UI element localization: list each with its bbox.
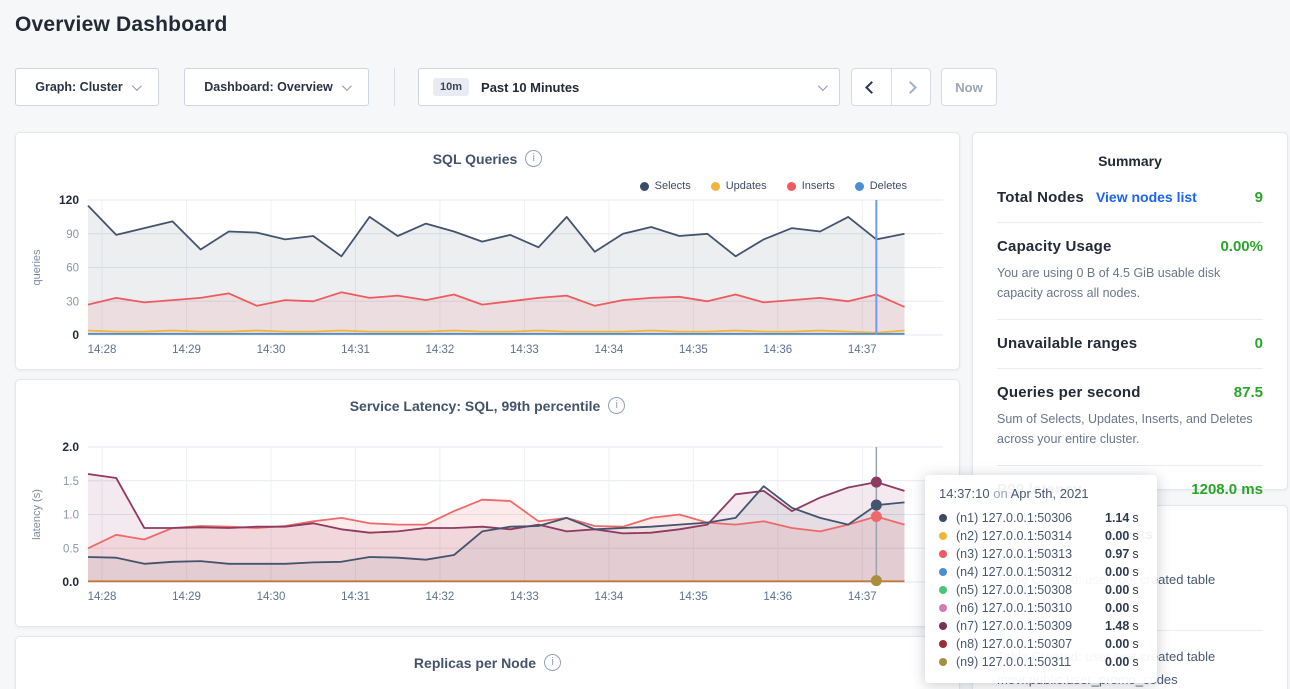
tooltip-row: (n4) 127.0.0.1:503120.00s bbox=[939, 563, 1143, 581]
replicas-per-node-card: Replicas per Node i bbox=[15, 636, 960, 689]
svg-text:14:31: 14:31 bbox=[341, 344, 370, 356]
svg-text:14:32: 14:32 bbox=[426, 591, 455, 603]
info-icon[interactable]: i bbox=[525, 150, 542, 167]
tooltip-row: (n8) 127.0.0.1:503070.00s bbox=[939, 635, 1143, 653]
tooltip-row: (n2) 127.0.0.1:503140.00s bbox=[939, 527, 1143, 545]
qps-desc: Sum of Selects, Updates, Inserts, and De… bbox=[997, 409, 1263, 449]
series-color-dot bbox=[939, 550, 947, 558]
dashboard-dropdown[interactable]: Dashboard: Overview bbox=[184, 68, 369, 106]
svg-text:14:35: 14:35 bbox=[679, 591, 708, 603]
now-button[interactable]: Now bbox=[941, 68, 997, 106]
svg-text:14:30: 14:30 bbox=[257, 344, 286, 356]
chart-tooltip: 14:37:10 on Apr 5th, 2021 (n1) 127.0.0.1… bbox=[925, 475, 1157, 683]
time-range-label: Past 10 Minutes bbox=[481, 80, 579, 95]
time-range-badge: 10m bbox=[433, 78, 469, 96]
svg-text:14:28: 14:28 bbox=[88, 344, 117, 356]
capacity-usage-desc: You are using 0 B of 4.5 GiB usable disk… bbox=[997, 263, 1263, 303]
svg-text:2.0: 2.0 bbox=[62, 440, 79, 454]
summary-panel: Summary Total Nodes View nodes list 9 Ca… bbox=[972, 132, 1288, 490]
summary-row-capacity: Capacity Usage 0.00% You are using 0 B o… bbox=[997, 223, 1263, 320]
sql-queries-card: SQL Queries i SelectsUpdatesInsertsDelet… bbox=[15, 132, 960, 370]
svg-text:0: 0 bbox=[72, 328, 79, 342]
tooltip-row: (n5) 127.0.0.1:503080.00s bbox=[939, 581, 1143, 599]
series-color-dot bbox=[939, 622, 947, 630]
chevron-down-icon bbox=[342, 81, 352, 91]
overview-dashboard-page: Overview Dashboard Graph: Cluster Dashbo… bbox=[0, 0, 1290, 689]
summary-row-qps: Queries per second 87.5 Sum of Selects, … bbox=[997, 369, 1263, 466]
svg-text:30: 30 bbox=[66, 296, 79, 308]
tooltip-timestamp: 14:37:10 on Apr 5th, 2021 bbox=[939, 486, 1143, 501]
p99-latency-value: 1208.0 ms bbox=[1191, 481, 1263, 498]
tooltip-row: (n9) 127.0.0.1:503110.00s bbox=[939, 653, 1143, 671]
svg-text:60: 60 bbox=[66, 263, 79, 275]
svg-text:0.5: 0.5 bbox=[63, 543, 79, 555]
tooltip-row: (n3) 127.0.0.1:503130.97s bbox=[939, 545, 1143, 563]
summary-row-unavailable-ranges: Unavailable ranges 0 bbox=[997, 320, 1263, 369]
svg-text:queries: queries bbox=[31, 249, 43, 286]
series-color-dot bbox=[939, 658, 947, 666]
chevron-left-icon bbox=[865, 81, 878, 94]
svg-text:1.0: 1.0 bbox=[63, 510, 79, 522]
prev-time-button[interactable] bbox=[852, 69, 891, 105]
svg-text:14:29: 14:29 bbox=[172, 344, 201, 356]
svg-text:latency (s): latency (s) bbox=[31, 489, 43, 540]
unavailable-ranges-value: 0 bbox=[1255, 335, 1263, 352]
svg-text:14:34: 14:34 bbox=[594, 344, 623, 356]
info-icon[interactable]: i bbox=[608, 397, 625, 414]
tooltip-row: (n7) 127.0.0.1:503091.48s bbox=[939, 617, 1143, 635]
graph-dropdown-label: Graph: Cluster bbox=[35, 80, 123, 94]
svg-text:14:28: 14:28 bbox=[88, 591, 117, 603]
service-latency-chart-title: Service Latency: SQL, 99th percentile bbox=[350, 398, 601, 414]
graph-dropdown[interactable]: Graph: Cluster bbox=[15, 68, 159, 106]
series-color-dot bbox=[939, 604, 947, 612]
svg-text:1.5: 1.5 bbox=[63, 476, 79, 488]
capacity-usage-label: Capacity Usage bbox=[997, 238, 1112, 255]
svg-text:14:37: 14:37 bbox=[848, 344, 877, 356]
summary-heading: Summary bbox=[973, 133, 1287, 169]
svg-text:14:37: 14:37 bbox=[848, 591, 877, 603]
service-latency-card: Service Latency: SQL, 99th percentile i … bbox=[15, 379, 960, 627]
series-color-dot bbox=[939, 640, 947, 648]
series-color-dot bbox=[939, 568, 947, 576]
svg-text:14:35: 14:35 bbox=[679, 344, 708, 356]
svg-text:14:30: 14:30 bbox=[257, 591, 286, 603]
tooltip-row: (n6) 127.0.0.1:503100.00s bbox=[939, 599, 1143, 617]
unavailable-ranges-label: Unavailable ranges bbox=[997, 335, 1137, 352]
series-color-dot bbox=[939, 586, 947, 594]
dashboard-dropdown-label: Dashboard: Overview bbox=[204, 80, 333, 94]
series-color-dot bbox=[939, 514, 947, 522]
svg-text:14:31: 14:31 bbox=[341, 591, 370, 603]
time-nav-arrows bbox=[851, 68, 931, 106]
capacity-usage-value: 0.00% bbox=[1220, 238, 1263, 255]
chevron-down-icon bbox=[818, 81, 828, 91]
svg-text:14:33: 14:33 bbox=[510, 591, 539, 603]
svg-text:14:32: 14:32 bbox=[426, 344, 455, 356]
toolbar-divider bbox=[394, 68, 395, 106]
svg-text:14:34: 14:34 bbox=[594, 591, 623, 603]
series-color-dot bbox=[939, 532, 947, 540]
svg-text:90: 90 bbox=[66, 229, 79, 241]
total-nodes-label: Total Nodes bbox=[997, 189, 1084, 206]
view-nodes-list-link[interactable]: View nodes list bbox=[1096, 189, 1197, 205]
qps-value: 87.5 bbox=[1234, 384, 1263, 401]
svg-text:0.0: 0.0 bbox=[62, 575, 79, 589]
total-nodes-value: 9 bbox=[1255, 189, 1263, 206]
svg-text:14:33: 14:33 bbox=[510, 344, 539, 356]
time-range-picker[interactable]: 10m Past 10 Minutes bbox=[418, 68, 840, 106]
next-time-button[interactable] bbox=[891, 69, 931, 105]
tooltip-row: (n1) 127.0.0.1:503061.14s bbox=[939, 509, 1143, 527]
chevron-right-icon bbox=[904, 81, 917, 94]
qps-label: Queries per second bbox=[997, 384, 1141, 401]
svg-text:14:36: 14:36 bbox=[763, 591, 792, 603]
summary-row-total-nodes: Total Nodes View nodes list 9 bbox=[997, 174, 1263, 223]
replicas-chart-title: Replicas per Node bbox=[414, 655, 536, 671]
info-icon[interactable]: i bbox=[544, 654, 561, 671]
sql-queries-chart-title: SQL Queries bbox=[433, 151, 518, 167]
svg-text:120: 120 bbox=[59, 193, 79, 207]
svg-text:14:29: 14:29 bbox=[172, 591, 201, 603]
svg-text:14:36: 14:36 bbox=[763, 344, 792, 356]
chevron-down-icon bbox=[132, 81, 142, 91]
page-title: Overview Dashboard bbox=[15, 13, 228, 37]
